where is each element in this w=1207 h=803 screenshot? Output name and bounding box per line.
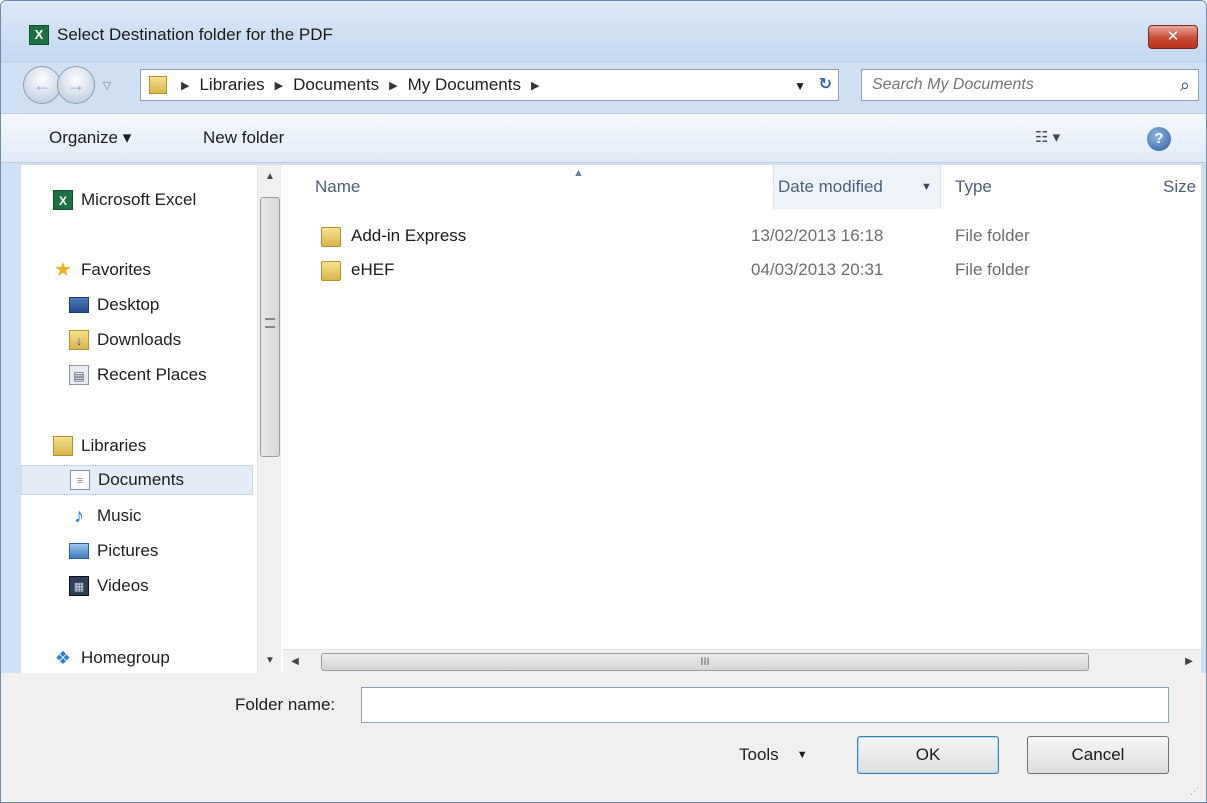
dialog-footer: Folder name: Tools ▼ OK Cancel ⋰ <box>1 673 1206 802</box>
sidebar-item-label: Downloads <box>97 330 182 349</box>
chevron-down-icon: ▼ <box>796 749 808 761</box>
sidebar-item-documents[interactable]: ≡ Documents <box>21 465 253 495</box>
libraries-icon <box>53 436 73 456</box>
file-type: File folder <box>955 226 1030 245</box>
file-list[interactable]: Name ▲ Date modified ▼ Type Size Add-in … <box>283 165 1201 673</box>
scrollbar-thumb[interactable] <box>260 197 280 457</box>
sidebar-item-videos[interactable]: ▦ Videos <box>69 571 149 601</box>
address-bar[interactable]: ▶ Libraries ▶ Documents ▶ My Documents ▶… <box>140 69 839 101</box>
resize-grip-icon[interactable]: ⋰ <box>1190 787 1202 800</box>
forward-button[interactable]: → <box>57 66 95 104</box>
column-header-date-modified[interactable]: Date modified <box>773 165 941 209</box>
new-folder-button[interactable]: New folder <box>203 128 284 148</box>
tools-label: Tools <box>739 745 779 764</box>
search-input[interactable] <box>872 73 1152 97</box>
sidebar-item-pictures[interactable]: Pictures <box>69 536 158 566</box>
breadcrumb-separator-icon[interactable]: ▶ <box>389 79 397 92</box>
excel-icon: X <box>53 190 73 210</box>
breadcrumb-my-documents[interactable]: My Documents <box>408 75 521 95</box>
recent-locations-dropdown[interactable]: ▽ <box>96 75 118 97</box>
horizontal-scrollbar[interactable]: ◀ III ▶ <box>283 649 1201 673</box>
command-toolbar: Organize ▾ New folder ☷ ▾ ? <box>1 113 1206 163</box>
star-icon: ★ <box>54 259 72 281</box>
sidebar-item-label: Desktop <box>97 295 160 314</box>
document-icon: ≡ <box>70 470 90 490</box>
sidebar-item-microsoft-excel[interactable]: X Microsoft Excel <box>53 185 196 215</box>
breadcrumb-separator-icon[interactable]: ▶ <box>531 79 539 92</box>
navigation-pane[interactable]: X Microsoft Excel ★ Favorites Desktop ↓ … <box>21 165 257 673</box>
folder-icon <box>321 261 341 281</box>
grip-icon <box>265 318 275 328</box>
folder-name-field[interactable] <box>361 687 1169 723</box>
breadcrumb-libraries[interactable]: Libraries <box>199 75 264 95</box>
scroll-right-icon[interactable]: ▶ <box>1177 650 1201 674</box>
sidebar-item-label: Videos <box>97 576 149 595</box>
sidebar-item-homegroup[interactable]: ❖ Homegroup <box>53 643 170 673</box>
sidebar-item-music[interactable]: ♪ Music <box>69 501 141 531</box>
navigation-scrollbar[interactable]: ▲ ▼ <box>257 165 281 673</box>
sidebar-item-label: Recent Places <box>97 365 207 384</box>
desktop-icon <box>69 297 89 313</box>
sidebar-item-label: Music <box>97 506 142 525</box>
file-name: eHEF <box>351 260 395 279</box>
breadcrumb-separator-icon[interactable]: ▶ <box>275 79 283 92</box>
scroll-down-icon[interactable]: ▼ <box>258 649 282 673</box>
sidebar-item-favorites[interactable]: ★ Favorites <box>53 255 151 285</box>
column-header-type[interactable]: Type <box>955 165 992 209</box>
navigation-bar: ← → ▽ ▶ Libraries ▶ Documents ▶ My Docum… <box>1 63 1206 111</box>
file-date-modified: 13/02/2013 16:18 <box>751 226 884 245</box>
music-icon: ♪ <box>74 505 84 527</box>
search-icon[interactable]: ⌕ <box>1180 74 1190 96</box>
close-button[interactable]: ✕ <box>1148 25 1198 49</box>
folder-icon <box>321 227 341 247</box>
back-button[interactable]: ← <box>23 66 61 104</box>
breadcrumb-documents[interactable]: Documents <box>293 75 379 95</box>
view-options-icon[interactable]: ☷ ▾ <box>1035 128 1060 146</box>
scrollbar-thumb[interactable]: III <box>321 653 1089 671</box>
file-type: File folder <box>955 260 1030 279</box>
window-title: Select Destination folder for the PDF <box>57 25 333 44</box>
sidebar-item-libraries[interactable]: Libraries <box>53 431 146 461</box>
sort-arrow-icon: ▲ <box>573 167 584 179</box>
excel-icon: X <box>29 25 49 45</box>
browser-panel: X Microsoft Excel ★ Favorites Desktop ↓ … <box>21 165 1201 673</box>
dialog-window: X Select Destination folder for the PDF … <box>0 0 1207 803</box>
pictures-icon <box>69 543 89 559</box>
recent-places-icon: ▤ <box>69 365 89 385</box>
homegroup-icon: ❖ <box>54 648 72 668</box>
refresh-icon[interactable]: ↻ <box>819 74 832 96</box>
sidebar-item-label: Documents <box>98 470 184 489</box>
table-row[interactable]: eHEF 04/03/2013 20:31 File folder <box>283 255 1201 287</box>
folder-icon <box>149 76 167 94</box>
title-bar[interactable]: X Select Destination folder for the PDF … <box>1 1 1206 63</box>
sidebar-item-label: Homegroup <box>81 648 170 667</box>
folder-name-label: Folder name: <box>235 695 336 714</box>
search-box[interactable]: ⌕ <box>861 69 1199 101</box>
sidebar-item-label: Libraries <box>81 436 147 455</box>
cancel-button[interactable]: Cancel <box>1027 736 1169 774</box>
column-filter-dropdown-icon[interactable]: ▼ <box>921 165 932 209</box>
sidebar-item-label: Microsoft Excel <box>81 190 197 209</box>
videos-icon: ▦ <box>69 576 89 596</box>
column-header-size[interactable]: Size <box>1163 165 1196 209</box>
sidebar-item-label: Favorites <box>81 260 151 279</box>
file-date-modified: 04/03/2013 20:31 <box>751 260 884 279</box>
address-dropdown-icon[interactable]: ▼ <box>794 75 806 97</box>
tools-button[interactable]: Tools ▼ <box>739 745 808 765</box>
breadcrumb-separator-icon[interactable]: ▶ <box>181 79 189 92</box>
sidebar-item-recent-places[interactable]: ▤ Recent Places <box>69 360 207 390</box>
help-icon[interactable]: ? <box>1147 127 1171 151</box>
sidebar-item-label: Pictures <box>97 541 159 560</box>
downloads-icon: ↓ <box>69 330 89 350</box>
scroll-left-icon[interactable]: ◀ <box>283 650 307 674</box>
scroll-up-icon[interactable]: ▲ <box>258 165 282 189</box>
file-name: Add-in Express <box>351 226 467 245</box>
table-row[interactable]: Add-in Express 13/02/2013 16:18 File fol… <box>283 221 1201 253</box>
breadcrumb: ▶ Libraries ▶ Documents ▶ My Documents ▶ <box>181 75 539 95</box>
organize-button[interactable]: Organize ▾ <box>49 128 131 148</box>
sidebar-item-downloads[interactable]: ↓ Downloads <box>69 325 181 355</box>
ok-button[interactable]: OK <box>857 736 999 774</box>
sidebar-item-desktop[interactable]: Desktop <box>69 290 159 320</box>
column-header-name[interactable]: Name <box>315 165 360 209</box>
